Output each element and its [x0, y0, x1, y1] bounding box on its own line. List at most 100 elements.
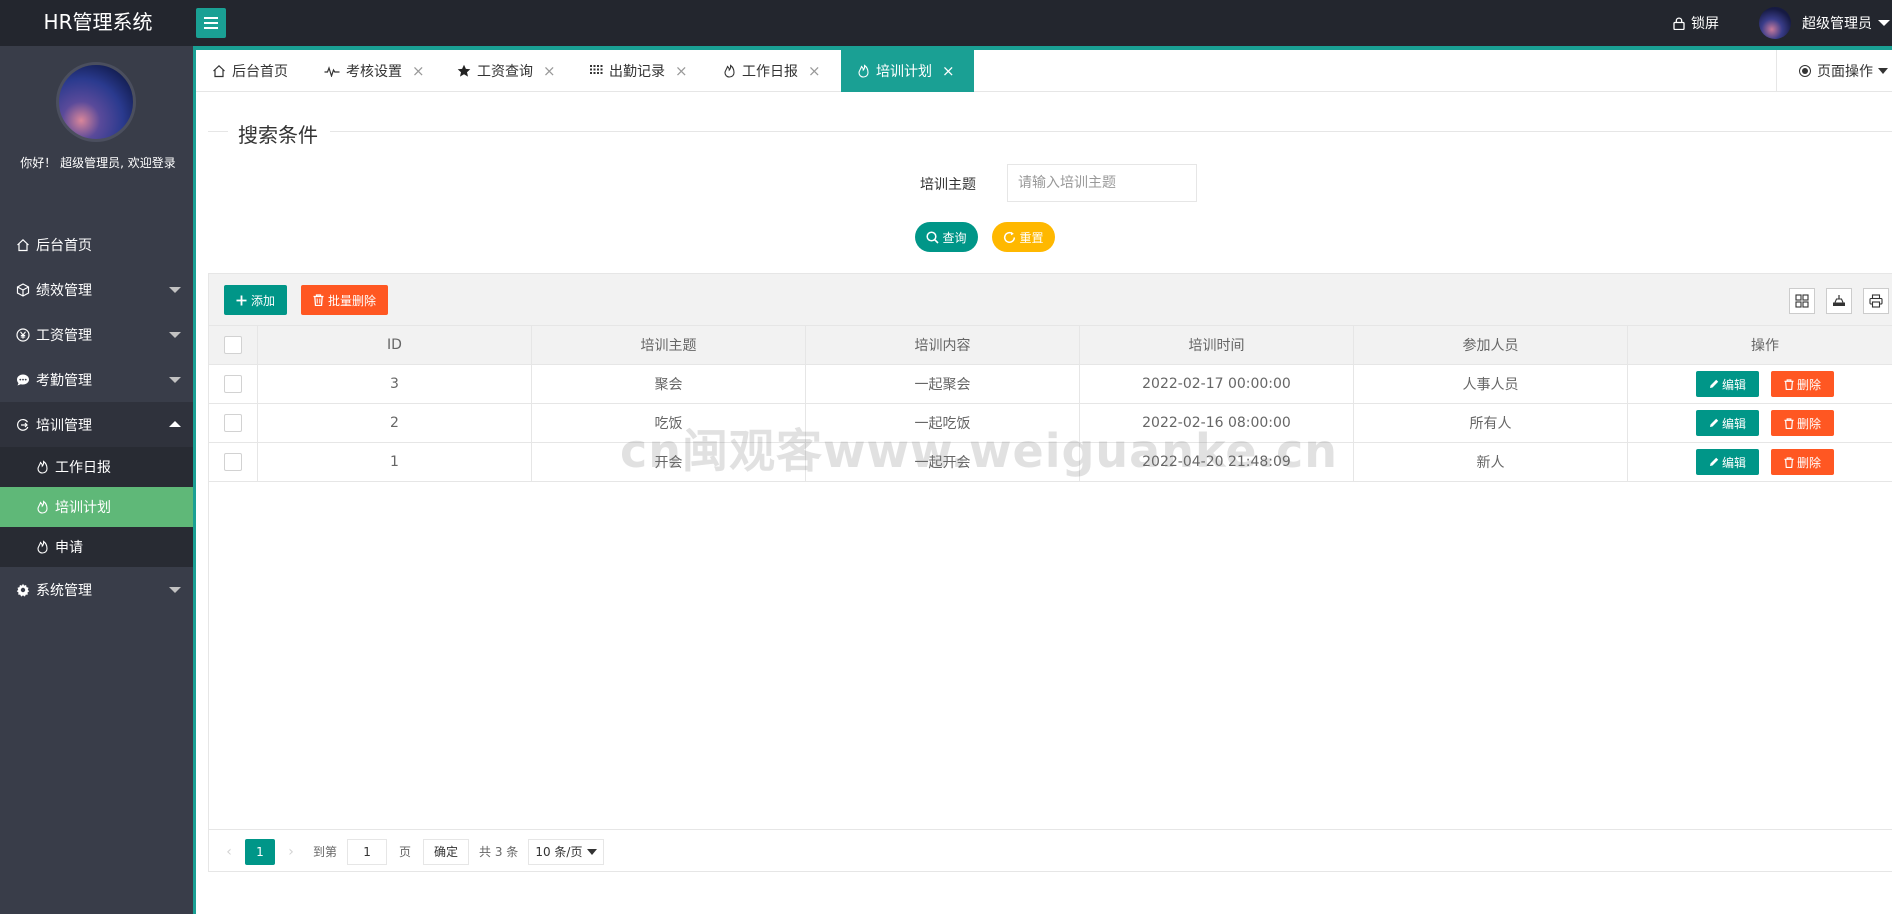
yen-icon: [16, 327, 30, 342]
user-name[interactable]: 超级管理员: [1802, 13, 1872, 33]
welcome-text: 你好！ 超级管理员, 欢迎登录: [20, 156, 176, 170]
edit-button[interactable]: 编辑: [1696, 449, 1759, 475]
sidebar-item-label: 培训管理: [36, 417, 92, 434]
pagination: ‹ 1 › 到第 页 确定 共 3 条 10 条/页: [209, 829, 1892, 873]
row-checkbox[interactable]: [224, 375, 242, 393]
cell-content: 一起聚会: [806, 365, 1080, 403]
batch-delete-button[interactable]: 批量删除: [301, 285, 388, 315]
chat-icon: [16, 373, 30, 387]
add-button[interactable]: 添加: [224, 285, 287, 315]
reset-button[interactable]: 重置: [992, 222, 1055, 252]
table-header-cell: 操作: [1751, 338, 1779, 354]
table-toolbar: 添加 批量删除: [209, 274, 1892, 326]
tab-label: 考核设置: [346, 64, 402, 80]
tab-salary-query[interactable]: 工资查询 ×: [457, 50, 556, 92]
delete-button[interactable]: 删除: [1771, 410, 1834, 436]
fieldset-border-right: [330, 131, 1892, 132]
cell-id: 1: [258, 443, 532, 481]
reset-label: 重置: [1019, 230, 1044, 245]
sidebar-subitem-training-plan[interactable]: 培训计划: [0, 487, 193, 527]
sidebar-subitem-label: 培训计划: [55, 500, 111, 516]
sidebar-item-training[interactable]: 培训管理: [0, 402, 193, 447]
table-row[interactable]: 3 聚会 一起聚会 2022-02-17 00:00:00 人事人员 编辑 删除: [209, 365, 1892, 404]
add-label: 添加: [250, 293, 275, 308]
chevron-down-icon: [1878, 68, 1888, 74]
lock-screen-button[interactable]: 锁屏: [1673, 13, 1719, 33]
search-icon: [926, 230, 940, 244]
next-page-icon[interactable]: ›: [281, 844, 301, 860]
close-icon[interactable]: ×: [412, 62, 425, 80]
page-op-label: 页面操作: [1817, 64, 1873, 80]
cell-actions: 编辑 删除: [1628, 365, 1892, 403]
tab-bar: 后台首页 考核设置 × 工资查询 × 出勤记录 × 工作日报 × 培训计划 × …: [196, 50, 1892, 92]
goto-confirm-button[interactable]: 确定: [423, 838, 470, 865]
fire-icon: [36, 460, 49, 474]
delete-button[interactable]: 删除: [1771, 371, 1834, 397]
sidebar-item-system[interactable]: 系统管理: [0, 567, 193, 612]
current-page[interactable]: 1: [245, 838, 275, 865]
cube-icon: [16, 282, 30, 297]
table-header-cell[interactable]: 培训内容: [806, 326, 1080, 364]
tab-daily-report[interactable]: 工作日报 ×: [723, 50, 821, 92]
table-header-cell[interactable]: ID: [258, 326, 532, 364]
sidebar-item-salary[interactable]: 工资管理: [0, 312, 193, 357]
goto-page-input[interactable]: [347, 838, 388, 865]
table-header-cell[interactable]: 培训时间: [1080, 326, 1354, 364]
cell-actions: 编辑 删除: [1628, 404, 1892, 442]
pulse-icon: [324, 65, 340, 77]
sidebar-item-attendance[interactable]: 考勤管理: [0, 357, 193, 402]
close-icon[interactable]: ×: [942, 62, 955, 80]
columns-filter-icon[interactable]: [1789, 288, 1815, 314]
sidebar-item-home[interactable]: 后台首页: [0, 222, 193, 267]
tab-home[interactable]: 后台首页: [212, 50, 288, 92]
tab-label: 出勤记录: [609, 64, 665, 80]
watermark-text: cn闽观客www.weiguanke.cn: [620, 424, 1339, 478]
row-checkbox[interactable]: [224, 453, 242, 471]
tab-label: 工资查询: [477, 64, 533, 80]
prev-page-icon[interactable]: ‹: [219, 844, 239, 860]
chevron-down-icon: [169, 287, 181, 293]
sidebar: 你好！ 超级管理员, 欢迎登录 后台首页 绩效管理 工资管理 考勤管理 培训管理: [0, 46, 196, 914]
tab-assessment-settings[interactable]: 考核设置 ×: [324, 50, 425, 92]
page-operations-menu[interactable]: 页面操作: [1776, 50, 1892, 92]
row-checkbox-cell: [209, 365, 258, 403]
chevron-down-icon: [169, 587, 181, 593]
search-legend: 搜索条件: [238, 123, 318, 147]
close-icon[interactable]: ×: [543, 62, 556, 80]
table-header-cell[interactable]: 参加人员: [1354, 326, 1628, 364]
close-icon[interactable]: ×: [675, 62, 688, 80]
menu-toggle-button[interactable]: [196, 8, 226, 38]
tab-training-plan[interactable]: 培训计划 ×: [841, 50, 974, 92]
batch-delete-label: 批量删除: [327, 293, 376, 308]
query-button[interactable]: 查询: [915, 222, 978, 252]
edit-button[interactable]: 编辑: [1696, 410, 1759, 436]
print-icon[interactable]: [1863, 288, 1889, 314]
tab-attendance-records[interactable]: 出勤记录 ×: [590, 50, 688, 92]
trash-icon: [1784, 417, 1794, 429]
user-avatar[interactable]: [1759, 7, 1791, 39]
row-checkbox[interactable]: [224, 414, 242, 432]
app-logo-title[interactable]: HR管理系统: [0, 0, 196, 46]
tab-label: 工作日报: [742, 64, 798, 80]
lock-icon: [1673, 17, 1685, 30]
edit-label: 编辑: [1721, 377, 1746, 392]
sidebar-subitem-apply[interactable]: 申请: [0, 527, 193, 567]
sidebar-nav: 后台首页 绩效管理 工资管理 考勤管理 培训管理 工作日报 培训计划 申请 系统…: [0, 222, 193, 612]
select-all-checkbox[interactable]: [224, 336, 242, 354]
chevron-down-icon: [587, 848, 598, 855]
close-icon[interactable]: ×: [808, 62, 821, 80]
fire-icon: [36, 500, 49, 514]
sidebar-item-performance[interactable]: 绩效管理: [0, 267, 193, 312]
search-input[interactable]: [1007, 164, 1197, 202]
page-size-select[interactable]: 10 条/页: [528, 838, 605, 865]
pencil-icon: [1709, 379, 1719, 389]
chevron-down-icon[interactable]: [1878, 20, 1890, 26]
export-icon[interactable]: [1826, 288, 1852, 314]
goto-label: 到第: [313, 845, 338, 859]
sidebar-subitem-daily-report[interactable]: 工作日报: [0, 447, 193, 487]
cell-people: 人事人员: [1354, 365, 1628, 403]
edit-button[interactable]: 编辑: [1696, 371, 1759, 397]
home-icon: [16, 238, 30, 252]
delete-button[interactable]: 删除: [1771, 449, 1834, 475]
table-header-cell[interactable]: 培训主题: [532, 326, 806, 364]
